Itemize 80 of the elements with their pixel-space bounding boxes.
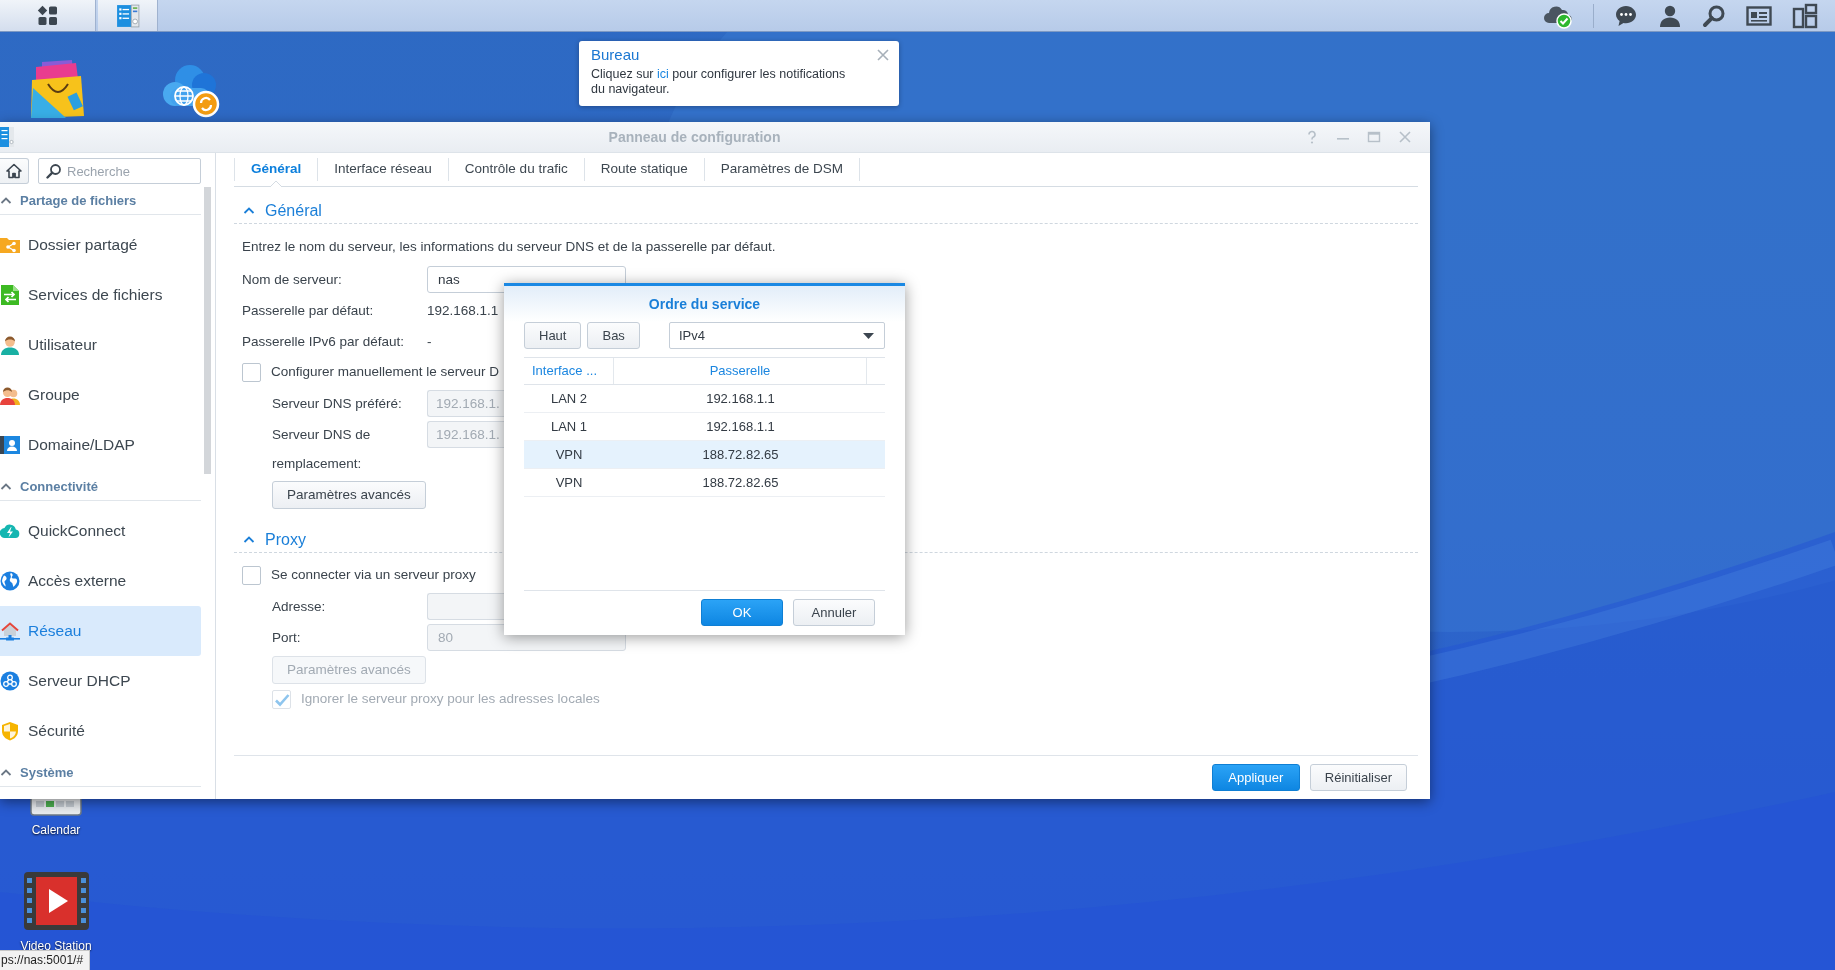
sidebar-item[interactable]: Sécurité (0, 706, 201, 756)
checkbox-caption: Se connecter via un serveur proxy (271, 566, 476, 585)
table-cell-text: 188.72.82.65 (701, 445, 780, 464)
table-row[interactable]: VPN 188.72.82.65 (524, 441, 885, 469)
section-header[interactable]: Connectivité (0, 473, 201, 501)
sidebar-item[interactable]: Dossier partagé (0, 220, 201, 270)
sidebar-item[interactable]: Utilisateur (0, 320, 201, 370)
field-label: Serveur DNS de remplacement: (272, 426, 372, 473)
chat-icon[interactable] (1614, 3, 1638, 28)
calendar-icon[interactable] (30, 799, 82, 816)
close-icon[interactable] (877, 49, 889, 61)
notification-title: Bureau (591, 46, 640, 64)
toolbar-button[interactable]: Haut (524, 322, 582, 349)
icon-label: Video Station (20, 939, 92, 953)
tab[interactable]: Général (235, 153, 318, 186)
checkmark-icon (273, 691, 290, 708)
field-label: Serveur DNS préféré: (272, 395, 403, 413)
column-header[interactable]: Passerelle (614, 358, 867, 384)
table-cell-text: VPN (554, 445, 584, 464)
tab[interactable]: Route statique (584, 153, 704, 186)
user-icon[interactable] (1658, 3, 1682, 28)
scrollbar-thumb[interactable] (204, 187, 211, 474)
table-cell-text: 188.72.82.65 (701, 473, 780, 492)
toolbar-button[interactable]: Bas (587, 322, 640, 349)
checkbox-caption: Configurer manuellement le serveur D (271, 363, 500, 382)
grid-icon (37, 5, 58, 26)
reset-button[interactable]: Réinitialiser (1309, 764, 1407, 791)
search-icon[interactable] (1702, 3, 1726, 28)
description-text: Entrez le nom du serveur, les informations du serveur DNS et de la passerelle par défaut. (242, 239, 777, 255)
tab[interactable]: Paramètres de DSM (704, 153, 859, 186)
field-label: Passerelle par défaut: (242, 302, 375, 319)
section-header[interactable]: Partage de fichiers (0, 187, 201, 215)
layout-icon[interactable] (1792, 2, 1818, 29)
sidebar-item[interactable]: Serveur DHCP (0, 656, 201, 706)
field-label: Nom de serveur: (242, 271, 343, 289)
sidebar-item[interactable]: QuickConnect (0, 506, 201, 556)
sidebar-item[interactable]: Groupe (0, 370, 201, 420)
field-label: Adresse: (272, 598, 327, 616)
checkbox[interactable] (242, 566, 261, 585)
dialog-title: Ordre du service (504, 286, 905, 322)
id-card-icon[interactable] (1746, 4, 1772, 27)
search-icon (46, 163, 62, 179)
users-icon (0, 385, 20, 405)
notification-message: Cliquez sur ici pour configurer les notifications du navigateur. (591, 67, 847, 97)
search-field[interactable]: Recherche (38, 158, 201, 184)
status-url-tooltip: ps://nas:5001/# (0, 950, 91, 970)
sidebar-item[interactable]: Domaine/LDAP (0, 420, 201, 470)
main-menu-button[interactable] (0, 0, 96, 31)
film-play-icon[interactable] (23, 872, 89, 930)
advanced-settings-button[interactable]: Paramètres avancés (272, 481, 426, 509)
panel-window-icon (115, 3, 140, 28)
field-label: Passerelle IPv6 par défaut: (242, 333, 406, 350)
cancel-button[interactable]: Annuler (793, 599, 875, 626)
field-value: - (427, 333, 432, 350)
house-network-icon (0, 621, 20, 641)
column-header[interactable]: Interface ... (524, 358, 614, 384)
window-title: Panneau de configuration (608, 127, 782, 147)
link[interactable]: ici (657, 67, 669, 81)
table-cell-text: LAN 2 (549, 389, 589, 408)
field-label: Port: (272, 629, 302, 647)
table-cell-text: 192.168.1.1 (705, 389, 776, 408)
dropdown[interactable]: IPv4 (669, 322, 885, 349)
section-header[interactable]: Système (0, 759, 201, 787)
table-cell-text: 192.168.1.1 (705, 417, 776, 436)
checkbox-caption: Ignorer le serveur proxy pour les adresses locales (301, 690, 600, 709)
taskbar-app-button[interactable] (98, 0, 158, 31)
tab[interactable]: Interface réseau (318, 153, 448, 186)
checkbox[interactable] (242, 363, 261, 382)
home-button[interactable] (0, 158, 29, 184)
sidebar-item[interactable]: Accès externe (0, 556, 201, 606)
caret-icon (863, 332, 874, 339)
user-avatar-icon (0, 335, 20, 355)
field-value: 192.168.1.1 (427, 302, 499, 319)
icon-label: Calendar (31, 823, 81, 837)
table-cell-text: LAN 1 (549, 417, 589, 436)
sidebar-item[interactable]: Services de fichiers (0, 270, 201, 320)
section-header[interactable]: Général (234, 199, 1418, 224)
home-icon (6, 163, 22, 179)
table-cell-text: VPN (554, 473, 584, 492)
tab[interactable]: Contrôle du trafic (448, 153, 584, 186)
